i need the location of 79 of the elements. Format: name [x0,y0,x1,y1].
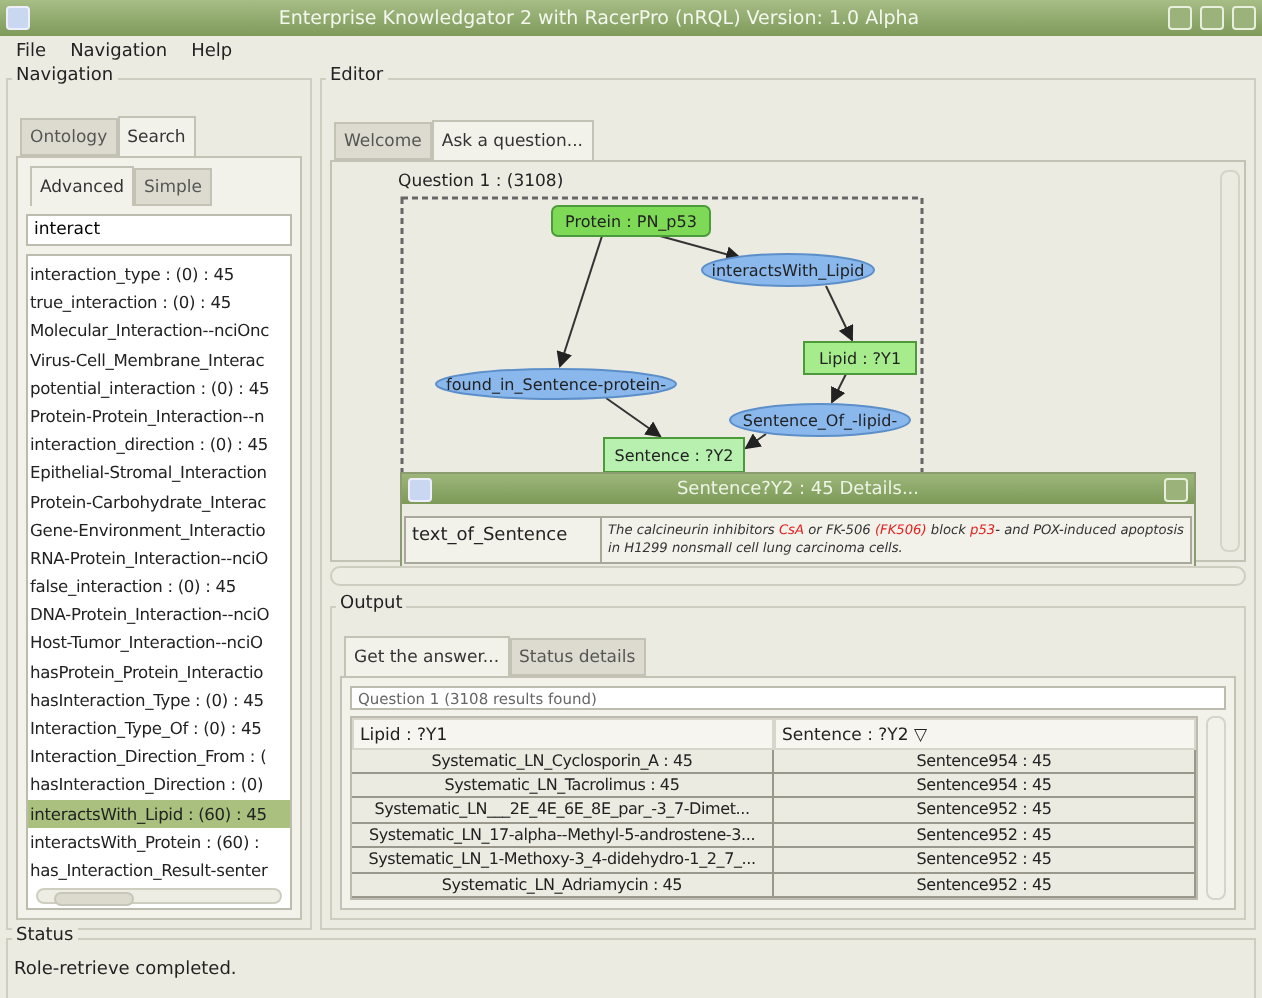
menu-item[interactable]: Navigation [70,41,168,61]
table-cell: Sentence952 : 45 [774,798,1196,824]
tab[interactable]: Search [117,116,196,156]
tab[interactable]: Welcome [334,122,432,160]
table-cell: Systematic_LN___2E_4E_6E_8E_par_-3_7-Dimet... [352,798,774,824]
table-cell: Systematic_LN_Cyclosporin_A : 45 [352,749,774,775]
scrollbar[interactable] [36,888,282,904]
list-item[interactable]: hasInteraction_Direction : (0) [28,770,290,800]
status-message: Role-retrieve completed. [14,960,239,980]
concept-node[interactable]: Protein : PN_p53 [551,205,711,237]
arrow [659,235,742,262]
app-icon [6,6,30,30]
list-item[interactable]: hasProtein_Protein_Interactio [28,657,290,686]
concept-node[interactable]: Sentence : ?Y2 [603,437,745,473]
table-cell: Systematic_LN_Adriamycin : 45 [352,873,774,898]
role-node[interactable]: Sentence_Of_-lipid- [729,403,911,437]
column-header[interactable]: Sentence : ?Y2 ▽ [774,717,1196,750]
arrow [556,235,603,368]
role-node[interactable]: interactsWith_Lipid [701,253,875,287]
list-item[interactable]: interactsWith_Lipid : (60) : 45 [28,799,290,828]
window-icon [408,477,432,501]
table-cell: Sentence954 : 45 [774,774,1196,799]
arrow [831,373,847,404]
list-item[interactable]: Interaction_Direction_From : ( [28,742,290,771]
menu-item[interactable]: Help [191,41,233,61]
editor-legend: Editor [326,66,388,86]
list-item[interactable]: Protein-Carbohydrate_Interac [28,487,290,516]
close-button[interactable] [1164,477,1188,501]
maximize-button[interactable] [1200,6,1224,30]
table-cell: Systematic_LN_1-Methoxy-3_4-didehydro-1_2_7_... [352,848,774,874]
list-item[interactable]: Host-Tumor_Interaction--nciO [28,628,290,658]
close-button[interactable] [1232,6,1256,30]
details-title: Sentence?Y2 : 45 Details... [674,479,922,499]
list-item[interactable]: interaction_type : (0) : 45 [28,260,290,289]
tab[interactable]: Ontology [20,118,118,156]
tab[interactable]: Simple [134,168,213,206]
menu-item[interactable]: File [16,41,47,61]
scrollbar[interactable] [330,565,1246,586]
property-name: text_of_Sentence [406,518,602,562]
question-label: Question 1 : (3108) [398,172,564,192]
arrow [825,285,854,342]
list-item[interactable]: has_Interaction_Result-senter [28,855,290,885]
output-legend: Output [336,593,407,614]
list-item[interactable]: Protein-Protein_Interaction--n [28,401,290,431]
list-item[interactable]: Virus-Cell_Membrane_Interac [28,345,290,374]
arrow [744,433,767,450]
table-cell: Sentence952 : 45 [774,873,1196,898]
table-cell: Sentence954 : 45 [774,749,1196,775]
minimize-button[interactable] [1168,6,1192,30]
list-item[interactable]: false_interaction : (0) : 45 [28,572,290,601]
tab[interactable]: Ask a question... [431,120,593,160]
concept-node[interactable]: Lipid : ?Y1 [803,341,917,375]
arrow [605,397,662,438]
list-item[interactable]: Molecular_Interaction--nciOnc [28,316,290,346]
window-title: Enterprise Knowledgator 2 with RacerPro (nRQL) Version: 1.0 Alpha [276,7,922,29]
role-node[interactable]: found_in_Sentence-protein- [435,368,677,400]
list-item[interactable]: DNA-Protein_Interaction--nciO [28,600,290,629]
list-item[interactable]: Epithelial-Stromal_Interaction [28,458,290,487]
table-cell: Sentence952 : 45 [774,848,1196,874]
list-item[interactable]: hasInteraction_Type : (0) : 45 [28,685,290,714]
list-item[interactable]: Interaction_Type_Of : (0) : 45 [28,714,290,743]
list-item[interactable]: Gene-Environment_Interactio [28,515,290,544]
tab[interactable]: Status details [509,637,646,676]
table-cell: Systematic_LN_Tacrolimus : 45 [352,774,774,799]
tab[interactable]: Get the answer... [344,635,510,676]
table-cell: Systematic_LN_17-alpha--Methyl-5-androstene-3... [352,823,774,849]
scrollbar[interactable] [1206,715,1226,900]
list-item[interactable]: true_interaction : (0) : 45 [28,288,290,317]
column-header[interactable]: Lipid : ?Y1 [352,717,774,750]
navigation-legend: Navigation [12,66,118,86]
table-cell: Sentence952 : 45 [774,823,1196,849]
scrollbar[interactable] [1220,170,1240,552]
tab[interactable]: Advanced [30,166,134,206]
list-item[interactable]: potential_interaction : (0) : 45 [28,373,290,402]
list-item[interactable]: interaction_direction : (0) : 45 [28,430,290,459]
status-legend: Status [12,926,78,946]
search-field[interactable]: interact [26,214,292,246]
list-item[interactable]: interactsWith_Protein : (60) : [28,827,290,856]
list-item[interactable]: RNA-Protein_Interaction--nciO [28,543,290,573]
